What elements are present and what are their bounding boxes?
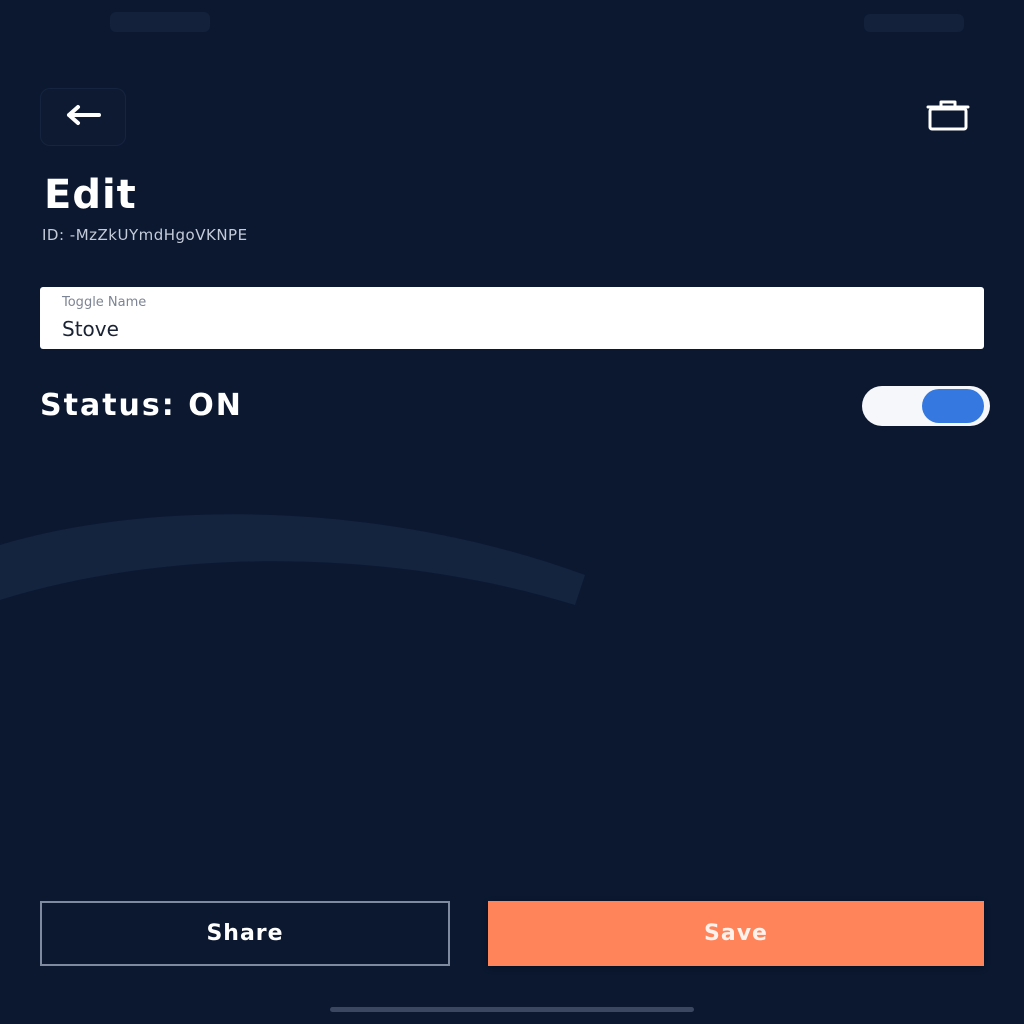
delete-button[interactable] [920,96,976,140]
status-row: Status: ON [40,386,990,428]
status-bar [0,0,1024,50]
edit-screen: Edit ID: -MzZkUYmdHgoVKNPE Toggle Name S… [0,0,1024,1024]
trash-icon [924,100,972,136]
status-time-placeholder [110,12,210,32]
home-indicator [330,1007,694,1012]
status-toggle[interactable] [862,386,990,426]
status-icons-placeholder [864,14,964,32]
record-id: ID: -MzZkUYmdHgoVKNPE [42,226,248,244]
page-title: Edit [44,172,137,218]
back-button[interactable] [40,88,126,146]
toggle-name-field[interactable]: Toggle Name [40,287,984,349]
toggle-knob [922,389,984,423]
save-button[interactable]: Save [488,901,984,966]
background-swoosh [0,514,585,605]
status-label: Status: ON [40,388,243,423]
toggle-name-label: Toggle Name [62,295,147,310]
share-button[interactable]: Share [40,901,450,966]
arrow-left-icon [63,103,103,131]
toggle-name-input[interactable] [62,317,962,341]
